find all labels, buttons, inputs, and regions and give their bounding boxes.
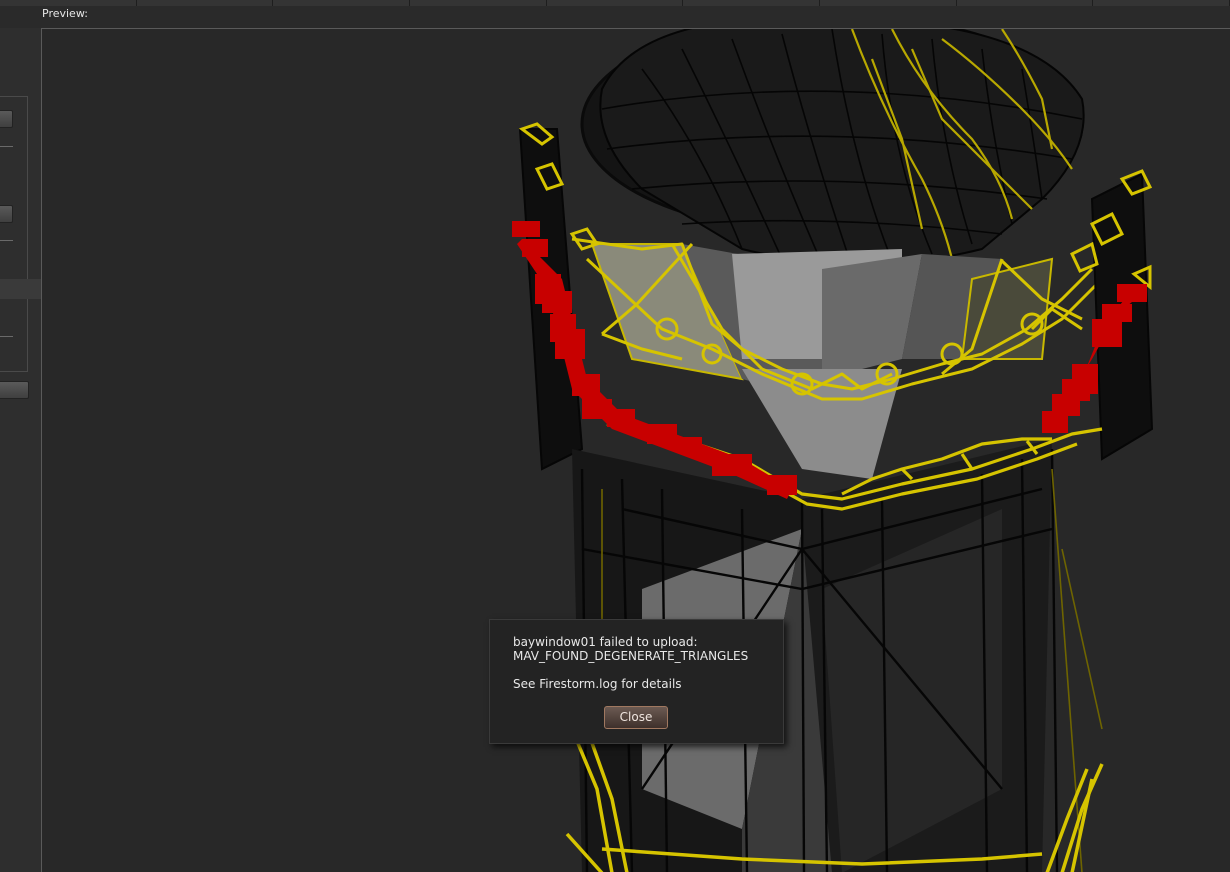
tab[interactable] bbox=[410, 0, 547, 6]
error-message-line1: baywindow01 failed to upload: bbox=[513, 635, 698, 649]
preview-viewport[interactable] bbox=[41, 28, 1230, 872]
mesh-wireframe bbox=[512, 29, 1154, 872]
error-code: MAV_FOUND_DEGENERATE_TRIANGLES bbox=[513, 649, 749, 663]
tab[interactable] bbox=[1093, 0, 1230, 6]
model-upload-window: Preview: baywindow01 failed to upload: M… bbox=[0, 0, 1230, 872]
tab[interactable] bbox=[0, 0, 137, 6]
selected-row[interactable] bbox=[0, 279, 41, 299]
tab-strip bbox=[0, 0, 1230, 6]
tab[interactable] bbox=[820, 0, 957, 6]
tab[interactable] bbox=[956, 0, 1094, 6]
tab[interactable] bbox=[273, 0, 411, 6]
settings-panel bbox=[0, 28, 41, 872]
tab[interactable] bbox=[136, 0, 274, 6]
log-hint: See Firestorm.log for details bbox=[513, 677, 682, 691]
divider bbox=[0, 240, 13, 241]
close-button[interactable]: Close bbox=[604, 706, 668, 729]
preview-label: Preview: bbox=[42, 7, 88, 20]
settings-button[interactable] bbox=[0, 205, 13, 223]
settings-button[interactable] bbox=[0, 381, 29, 399]
divider bbox=[0, 146, 13, 147]
settings-group-box bbox=[0, 96, 28, 372]
settings-button[interactable] bbox=[0, 110, 13, 128]
error-message: baywindow01 failed to upload: MAV_FOUND_… bbox=[513, 635, 748, 663]
tab[interactable] bbox=[546, 0, 684, 6]
divider bbox=[0, 336, 13, 337]
tab[interactable] bbox=[683, 0, 821, 6]
dome-wireframe bbox=[580, 29, 1085, 268]
upload-error-dialog: baywindow01 failed to upload: MAV_FOUND_… bbox=[489, 619, 784, 744]
